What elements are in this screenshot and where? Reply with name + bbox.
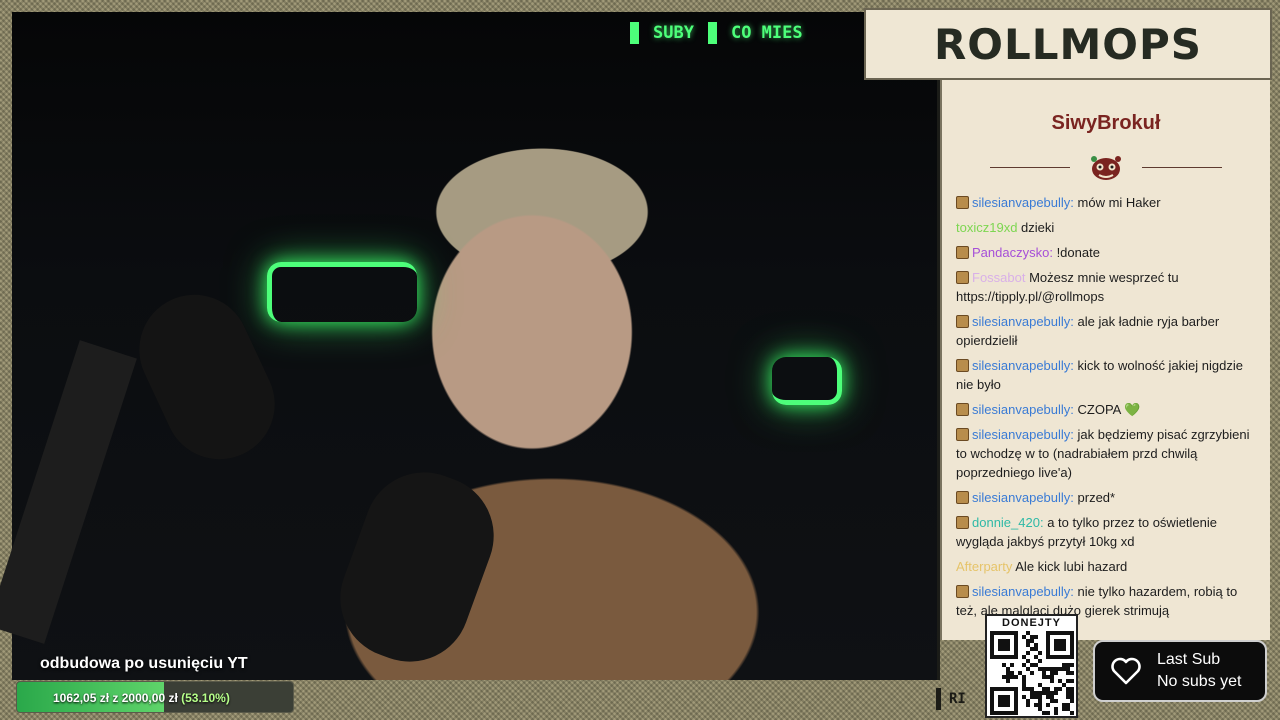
overlay-mark-text: RI [949,691,966,707]
brand-logo-text: ROLLMOPS [933,19,1203,69]
chat-panel: SiwyBrokuł silesianvapebully: mów mi Hak… [940,80,1270,640]
user-badge-icon [956,196,969,209]
chat-message-text: przed* [1073,490,1116,505]
mascot-icon [1091,156,1121,180]
neon-light-left [267,262,417,322]
chat-message: Pandaczysko: !donate [956,243,1258,262]
mic-arm [0,340,137,644]
user-badge-icon [956,403,969,416]
chat-username[interactable]: Pandaczysko [972,245,1049,260]
ticker-item: CO MIES [730,23,803,43]
stream-video [0,12,940,680]
chat-message: silesianvapebully: ale jak ładnie ryja b… [956,312,1258,350]
subs-ticker: SUBY CO MIES [630,20,864,46]
chat-message: silesianvapebully: mów mi Haker [956,193,1258,212]
brand-header: ROLLMOPS [864,8,1272,80]
goal-percent: (53.10%) [181,691,230,705]
user-badge-icon [956,315,969,328]
chat-message: silesianvapebully: kick to wolność jakie… [956,356,1258,394]
chat-username[interactable]: toxicz19xd [956,220,1017,235]
user-badge-icon [956,246,969,259]
chat-username[interactable]: silesianvapebully [972,314,1070,329]
qr-label: DONEJTY [1002,617,1061,629]
microphone-front [323,455,511,679]
user-badge-icon [956,271,969,284]
user-badge-icon [956,359,969,372]
neon-light-right [772,357,842,405]
chat-divider [942,151,1270,183]
user-badge-icon [956,428,969,441]
last-sub-title: Last Sub [1157,651,1221,668]
user-badge-icon [956,585,969,598]
qr-code-icon [989,631,1074,715]
chat-message: silesianvapebully: przed* [956,488,1258,507]
heart-icon [1111,657,1141,685]
chat-message-text: !donate [1052,245,1100,260]
chat-username[interactable]: Fossabot [972,270,1025,285]
chat-message: Fossabot Możesz mnie wesprzeć tu https:/… [956,268,1258,306]
chat-message: silesianvapebully: CZOPA 💚 [956,400,1258,419]
donate-qr: DONEJTY [985,614,1078,718]
goal-progress-bar: 1062,05 zł z 2000,00 zł (53.10%) [16,681,294,713]
chat-username[interactable]: Afterparty [956,559,1012,574]
ticker-bar [630,22,639,44]
chat-username[interactable]: silesianvapebully [972,402,1070,417]
chat-message-text: mów mi Haker [1073,195,1161,210]
chat-username[interactable]: silesianvapebully [972,195,1070,210]
chat-username[interactable]: silesianvapebully [972,490,1070,505]
overlay-mark: RI [936,688,966,710]
chat-message: silesianvapebully: jak będziemy pisać zg… [956,425,1258,482]
chat-message-text: Ale kick lubi hazard [1012,559,1128,574]
ticker-bar [707,22,717,44]
goal-separator: z [112,691,119,705]
chat-streamer-name: SiwyBrokuł [1051,112,1161,134]
chat-username[interactable]: silesianvapebully [972,427,1070,442]
chat-messages: silesianvapebully: mów mi Haker toxicz19x… [942,183,1270,620]
chat-message-text: dzieki [1017,220,1055,235]
divider-line [990,166,1070,168]
chat-username[interactable]: donnie_420 [972,515,1040,530]
last-sub-value: No subs yet [1157,673,1242,690]
chat-message: donnie_420: a to tylko przez to oświetle… [956,513,1258,551]
chat-username[interactable]: silesianvapebully [972,358,1070,373]
chat-username[interactable]: silesianvapebully [972,584,1070,599]
last-sub-widget: Last Sub No subs yet [1093,640,1267,702]
chat-message-text: CZOPA 💚 [1073,402,1141,417]
goal-amount: 1062,05 zł z 2000,00 zł (53.10%) [53,691,230,705]
chat-message: Afterparty Ale kick lubi hazard [956,557,1258,576]
goal-title: odbudowa po usunięciu YT [40,655,248,672]
goal-current: 1062,05 zł [53,691,110,705]
overlay-mark-bar [936,688,941,710]
chat-message: toxicz19xd dzieki [956,218,1258,237]
user-badge-icon [956,516,969,529]
user-badge-icon [956,491,969,504]
ticker-item: SUBY [653,23,694,43]
divider-line [1142,166,1222,168]
goal-target: 2000,00 zł [121,691,178,705]
